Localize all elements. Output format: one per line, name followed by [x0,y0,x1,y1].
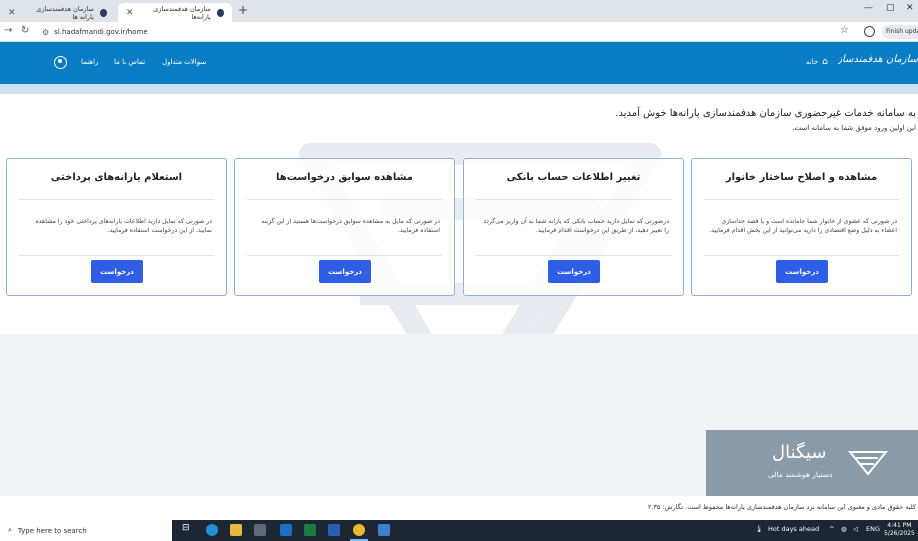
card-divider [247,255,442,256]
close-tab-icon[interactable]: ✕ [126,8,134,18]
url-field[interactable]: ⚙ sl.hadafmandi.gov.ir/home [42,25,822,39]
tab-inactive[interactable]: سازمان هدفمندسازی یارانه ها ✕ [0,3,115,22]
file-explorer-icon[interactable] [230,524,242,536]
taskbar-search-input[interactable]: ⌕ Type here to search [0,520,172,541]
excel-icon[interactable] [304,524,316,536]
welcome-title: به سامانه خدمات غیرحضوری سازمان هدفمندسا… [615,108,916,119]
main-content: به سامانه خدمات غیرحضوری سازمان هدفمندسا… [0,94,918,496]
reload-icon[interactable]: ↻ [21,25,29,36]
site-logo[interactable]: سازمان هدفمندسازی یارانه‌ها [838,54,918,65]
tray-overflow-icon[interactable]: ^ [829,525,834,533]
nav-faq[interactable]: سوالات متداول [162,58,206,66]
task-view-icon[interactable]: ⊟ [182,523,194,535]
windows-taskbar: ⌕ Type here to search ⊟ 🌡 Hot days ahead… [0,520,918,541]
request-button[interactable]: درخواست [776,260,828,283]
plus-icon[interactable]: + [238,3,248,17]
tab-title: سازمان هدفمندسازی یارانه‌ها [153,4,211,21]
site-favicon-icon [216,8,224,17]
profile-icon[interactable] [864,26,875,37]
word-icon[interactable] [328,524,340,536]
search-icon: ⌕ [8,526,12,534]
card-title: مشاهده و اصلاح ساختار خانوار [725,172,878,183]
tab-title: سازمان هدفمندسازی یارانه ها [36,4,94,21]
header-divider [0,84,918,94]
promo-title: سیگنال [772,442,827,463]
nav-home-label: خانه [806,58,819,66]
card-divider [476,199,671,200]
weather-text[interactable]: Hot days ahead [768,525,819,533]
search-placeholder: Type here to search [17,526,87,535]
user-account-icon[interactable] [54,56,67,69]
finish-update-button[interactable]: Finish update [882,25,918,39]
maximize-icon[interactable]: ▢ [886,3,895,13]
card-title: تغییر اطلاعات حساب بانکی [506,172,641,183]
site-settings-icon[interactable]: ⚙ [42,28,49,37]
chrome-icon[interactable] [353,524,365,536]
minimize-icon[interactable]: — [864,3,873,13]
card-title: استعلام یارانه‌های پرداختی [50,172,183,183]
store-icon[interactable] [254,524,266,536]
request-button[interactable]: درخواست [319,260,371,283]
nav-home[interactable]: ⌂ خانه [806,57,828,67]
url-text: sl.hadafmandi.gov.ir/home [54,28,148,36]
home-icon: ⌂ [822,57,828,67]
promo-subtitle: دستیار هوشمند مالی [768,470,833,479]
footer-copyright: کلیه حقوق مادی و معنوی این سامانه نزد سا… [647,503,916,511]
card-bank-account: تغییر اطلاعات حساب بانکی درصورتی که تمای… [463,158,684,296]
card-divider [19,255,214,256]
card-divider [247,199,442,200]
security-app-icon[interactable] [378,524,390,536]
card-divider [704,199,899,200]
card-household-structure: مشاهده و اصلاح ساختار خانوار در صورتی که… [691,158,912,296]
card-request-history: مشاهده سوابق درخواست‌ها در صورتی که مایل… [234,158,455,296]
taskbar-clock[interactable]: 4:41 PM 5/26/2025 [884,522,915,538]
card-description: در صورتی که مایل به مشاهده سوابق درخواست… [261,218,440,234]
page-footer: کلیه حقوق مادی و معنوی این سامانه نزد سا… [0,496,918,520]
edge-icon[interactable] [206,524,218,536]
card-subsidy-inquiry: استعلام یارانه‌های پرداختی در صورتی که ت… [6,158,227,296]
tab-active[interactable]: سازمان هدفمندسازی یارانه‌ها ✕ [118,3,232,22]
card-title: مشاهده سوابق درخواست‌ها [276,172,413,183]
request-button[interactable]: درخواست [91,260,143,283]
volume-icon[interactable]: ◁ [853,525,858,533]
forward-icon[interactable]: → [4,25,12,36]
clock-time: 4:41 PM [887,522,912,529]
input-language[interactable]: ENG [866,525,880,533]
request-button[interactable]: درخواست [548,260,600,283]
signal-logo-icon [848,451,888,476]
bookmark-star-icon[interactable]: ☆ [840,25,849,36]
site-favicon-icon [99,8,107,17]
welcome-subtitle: این اولین ورود موفق شما به سامانه است. [792,124,916,132]
signal-promo-banner[interactable]: سیگنال دستیار هوشمند مالی [706,430,918,496]
address-bar: → ↻ ⚙ sl.hadafmandi.gov.ir/home ☆ Finish… [0,22,918,42]
card-divider [476,255,671,256]
card-description: در صورتی که تمایل دارید اطلاعات یارانه‌ه… [35,218,212,234]
close-window-icon[interactable]: ✕ [906,3,914,13]
card-description: درصورتی که تمایل دارید حساب بانکی که یار… [483,218,669,234]
nav-contact[interactable]: تماس با ما [114,58,145,66]
outlook-icon[interactable] [280,524,292,536]
network-icon[interactable]: ◍ [841,525,847,533]
card-description: در صورتی که عضوی از خانوار شما جامانده ا… [709,218,897,234]
close-tab-icon[interactable]: ✕ [8,8,16,18]
nav-help[interactable]: راهنما [81,58,98,66]
site-header: سازمان هدفمندسازی یارانه‌ها ⌂ خانه سوالا… [0,42,918,84]
clock-date: 5/26/2025 [884,530,915,537]
card-divider [19,199,214,200]
weather-icon[interactable]: 🌡 [755,525,763,533]
card-divider [704,255,899,256]
browser-tab-bar: سازمان هدفمندسازی یارانه ها ✕ سازمان هدف… [0,0,918,22]
